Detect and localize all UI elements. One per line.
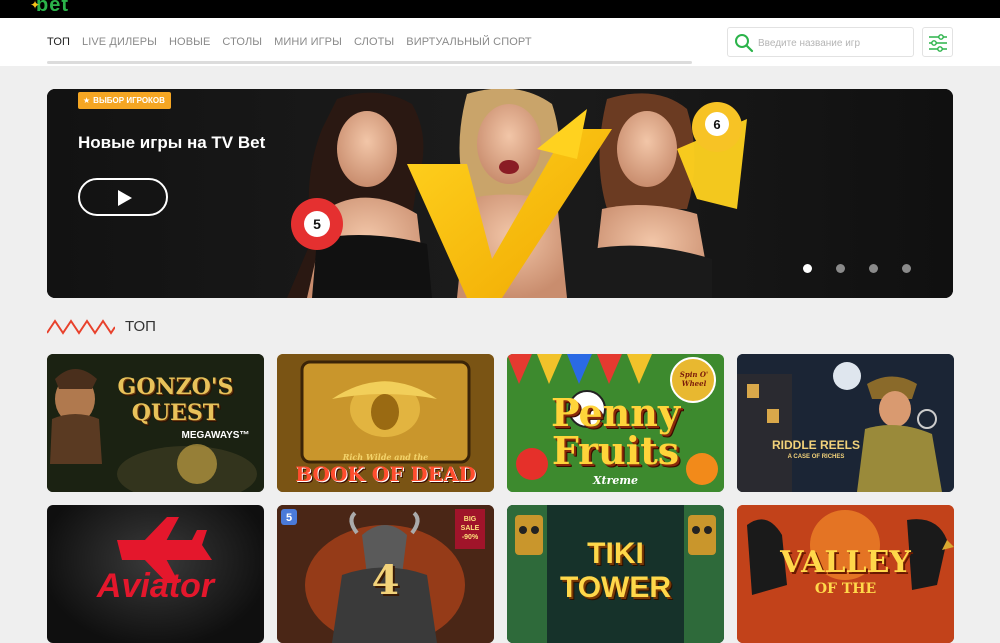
carousel-dots: [803, 264, 911, 273]
game-title: GONZO'S QUEST: [117, 374, 234, 426]
tab-top[interactable]: ТОП: [47, 36, 70, 48]
filter-icon: [929, 34, 947, 52]
site-logo[interactable]: ✦ bet: [30, 0, 69, 17]
game-subtitle: A CASE OF RICHES: [787, 454, 845, 460]
banner-title: Новые игры на TV Bet: [78, 133, 266, 152]
section-header: ТОП: [47, 318, 156, 335]
promo-badge: BIG SALE -90%: [460, 516, 480, 541]
search-icon: [735, 34, 754, 53]
ball-right-number: 6: [713, 117, 720, 132]
game-tile-riddle-reels[interactable]: RIDDLE REELS A CASE OF RICHES: [737, 354, 954, 492]
game-title: BOOK OF DEAD: [295, 462, 476, 486]
riddle-reels-artwork: [737, 354, 954, 492]
game-title: Penny Fruits: [550, 390, 681, 473]
top-bar: ✦ bet: [0, 0, 1000, 18]
carousel-dot-4[interactable]: [902, 264, 911, 273]
promo-badge: Spin O' Wheel: [679, 370, 709, 388]
star-icon: ★: [83, 96, 91, 105]
game-tile-penny-fruits[interactable]: Spin O' Wheel Penny Fruits Xtreme: [507, 354, 724, 492]
carousel-dot-1[interactable]: [803, 264, 812, 273]
tab-mini-games[interactable]: МИНИ ИГРЫ: [274, 36, 342, 48]
ball-left-number: 5: [313, 216, 321, 232]
play-icon: [118, 190, 132, 206]
game-title: TIKI TOWER: [559, 537, 672, 604]
category-nav: ТОП LIVE ДИЛЕРЫ НОВЫЕ СТОЛЫ МИНИ ИГРЫ СЛ…: [0, 18, 1000, 66]
game-title: RIDDLE REELS: [771, 438, 860, 452]
nav-tabs: ТОП LIVE ДИЛЕРЫ НОВЫЕ СТОЛЫ МИНИ ИГРЫ СЛ…: [47, 36, 532, 48]
wave-icon: [47, 318, 115, 335]
search-box[interactable]: [727, 27, 914, 57]
carousel-dot-2[interactable]: [836, 264, 845, 273]
section-title: ТОП: [125, 318, 156, 335]
game-title: 4: [371, 557, 400, 604]
game-tile-tiki-tower[interactable]: TIKI TOWER: [507, 505, 724, 643]
game-title: Aviator: [96, 567, 215, 605]
svg-text:5: 5: [286, 512, 292, 524]
game-tile-valley[interactable]: VALLEY OF THE: [737, 505, 954, 643]
game-subtitle: Rich Wilde and the: [342, 452, 429, 462]
tab-tables[interactable]: СТОЛЫ: [222, 36, 262, 48]
game-tile-aviator[interactable]: Aviator: [47, 505, 264, 643]
carousel-dot-3[interactable]: [869, 264, 878, 273]
game-title: VALLEY: [780, 545, 911, 580]
nav-scroll-track[interactable]: [47, 61, 692, 64]
game-tile-book-of-dead[interactable]: Rich Wilde and the BOOK OF DEAD: [277, 354, 494, 492]
players-choice-badge: ★ ВЫБОР ИГРОКОВ: [78, 92, 171, 109]
game-subtitle: OF THE: [814, 581, 877, 597]
provider-icon: 5: [281, 509, 297, 525]
game-tile-gonzos-quest[interactable]: GONZO'S QUEST MEGAWAYS™: [47, 354, 264, 492]
game-subtitle: Xtreme: [592, 474, 639, 487]
search-input[interactable]: [758, 33, 908, 53]
promo-banner[interactable]: 5 6 ★ ВЫБОР ИГРОКОВ Новые игры на TV Bet: [47, 89, 953, 298]
tab-live-dealers[interactable]: LIVE ДИЛЕРЫ: [82, 36, 157, 48]
game-subtitle: MEGAWAYS™: [181, 430, 250, 441]
game-tile-4[interactable]: BIG SALE -90% 4 5: [277, 505, 494, 643]
filter-button[interactable]: [922, 27, 953, 57]
tab-slots[interactable]: СЛОТЫ: [354, 36, 394, 48]
tab-new[interactable]: НОВЫЕ: [169, 36, 210, 48]
badge-label: ВЫБОР ИГРОКОВ: [93, 96, 165, 105]
play-button[interactable]: [78, 178, 168, 216]
tab-virtual-sport[interactable]: ВИРТУАЛЬНЫЙ СПОРТ: [406, 36, 531, 48]
spark-icon: ✦: [30, 0, 42, 12]
